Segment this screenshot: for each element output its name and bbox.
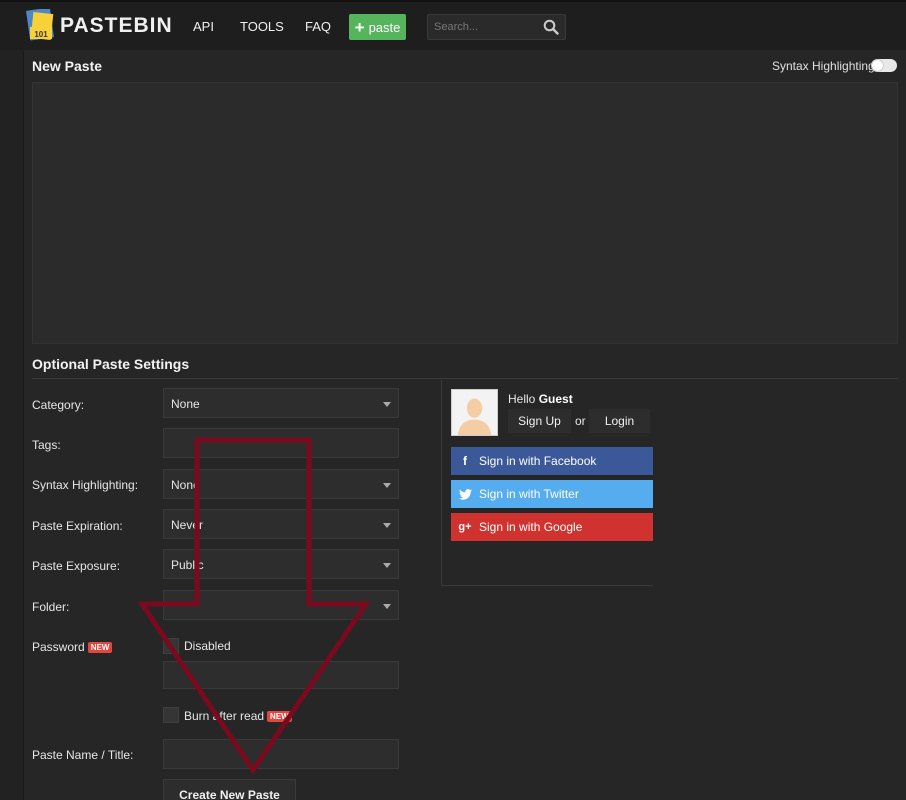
chevron-down-icon	[383, 402, 391, 407]
twitter-signin-label: Sign in with Twitter	[479, 487, 579, 501]
google-plus-icon: g+	[458, 521, 472, 533]
exposure-value: Public	[171, 558, 204, 572]
folder-select[interactable]	[163, 590, 399, 620]
facebook-icon: f	[463, 454, 467, 468]
new-paste-button[interactable]: + paste	[349, 14, 406, 40]
google-signin-button[interactable]: g+ Sign in with Google	[451, 513, 653, 541]
user-silhouette-icon	[452, 390, 497, 435]
syntax-select[interactable]: None	[163, 469, 399, 499]
burn-after-read-text: Burn after read	[184, 709, 265, 723]
category-label: Category:	[32, 398, 85, 412]
folder-label: Folder:	[32, 600, 70, 614]
expiration-label: Paste Expiration:	[32, 519, 123, 533]
syntax-value: None	[171, 478, 200, 492]
new-badge: NEW	[87, 642, 113, 654]
nav-api[interactable]: API	[193, 19, 214, 34]
burn-after-read-label[interactable]: Burn after read NEW	[184, 709, 292, 723]
password-input[interactable]	[163, 661, 399, 689]
nav-tools[interactable]: TOOLS	[240, 19, 284, 34]
password-label: Password NEW	[32, 640, 113, 654]
settings-title: Optional Paste Settings	[32, 356, 190, 372]
paste-name-input[interactable]	[163, 739, 399, 769]
toggle-knob	[872, 60, 883, 71]
hello-guest: Hello Guest	[508, 392, 573, 406]
chevron-down-icon	[383, 483, 391, 488]
hello-prefix: Hello	[508, 392, 536, 406]
category-value: None	[171, 397, 200, 411]
facebook-signin-label: Sign in with Facebook	[479, 454, 597, 468]
burn-after-read-checkbox[interactable]	[163, 707, 179, 723]
search-box	[427, 14, 566, 40]
avatar	[451, 389, 498, 436]
new-paste-label: paste	[368, 19, 401, 35]
expiration-value: Never	[171, 518, 204, 532]
pastebin-logo-icon[interactable]: 101	[26, 9, 56, 43]
chevron-down-icon	[383, 523, 391, 528]
syntax-toggle-label: Syntax Highlighting	[772, 59, 875, 73]
search-icon[interactable]	[543, 19, 559, 35]
password-label-text: Password	[32, 640, 85, 654]
password-checkbox[interactable]	[163, 638, 179, 654]
category-select[interactable]: None	[163, 388, 399, 418]
paste-name-label: Paste Name / Title:	[32, 748, 134, 762]
search-input[interactable]	[428, 15, 538, 39]
logo-text[interactable]: PASTEBIN	[60, 14, 173, 38]
password-checkbox-label[interactable]: Disabled	[184, 639, 231, 653]
syntax-highlighting-toggle[interactable]	[871, 59, 897, 72]
tags-input[interactable]	[163, 428, 399, 458]
new-badge: NEW	[267, 711, 292, 723]
exposure-select[interactable]: Public	[163, 549, 399, 579]
nav-faq[interactable]: FAQ	[305, 19, 331, 34]
syntax-label: Syntax Highlighting:	[32, 478, 139, 492]
sign-up-button[interactable]: Sign Up	[508, 409, 571, 433]
plus-icon: +	[354, 17, 365, 37]
chevron-down-icon	[383, 604, 391, 609]
chevron-down-icon	[383, 563, 391, 568]
logo-badge: 101	[34, 30, 48, 39]
or-text: or	[575, 414, 586, 428]
tags-label: Tags:	[32, 438, 61, 452]
exposure-label: Paste Exposure:	[32, 559, 121, 573]
expiration-select[interactable]: Never	[163, 509, 399, 539]
page-title: New Paste	[32, 58, 103, 74]
top-navbar: 101 PASTEBIN API TOOLS FAQ + paste	[0, 0, 906, 50]
facebook-signin-button[interactable]: f Sign in with Facebook	[451, 447, 653, 475]
login-button[interactable]: Login	[589, 409, 650, 433]
create-new-paste-button[interactable]: Create New Paste	[163, 779, 296, 800]
paste-content-editor[interactable]	[32, 82, 898, 344]
twitter-signin-button[interactable]: Sign in with Twitter	[451, 480, 653, 508]
twitter-icon	[451, 488, 479, 500]
section-divider	[32, 378, 898, 379]
guest-name: Guest	[538, 392, 573, 406]
left-rail	[0, 50, 24, 800]
google-signin-label: Sign in with Google	[479, 520, 583, 534]
